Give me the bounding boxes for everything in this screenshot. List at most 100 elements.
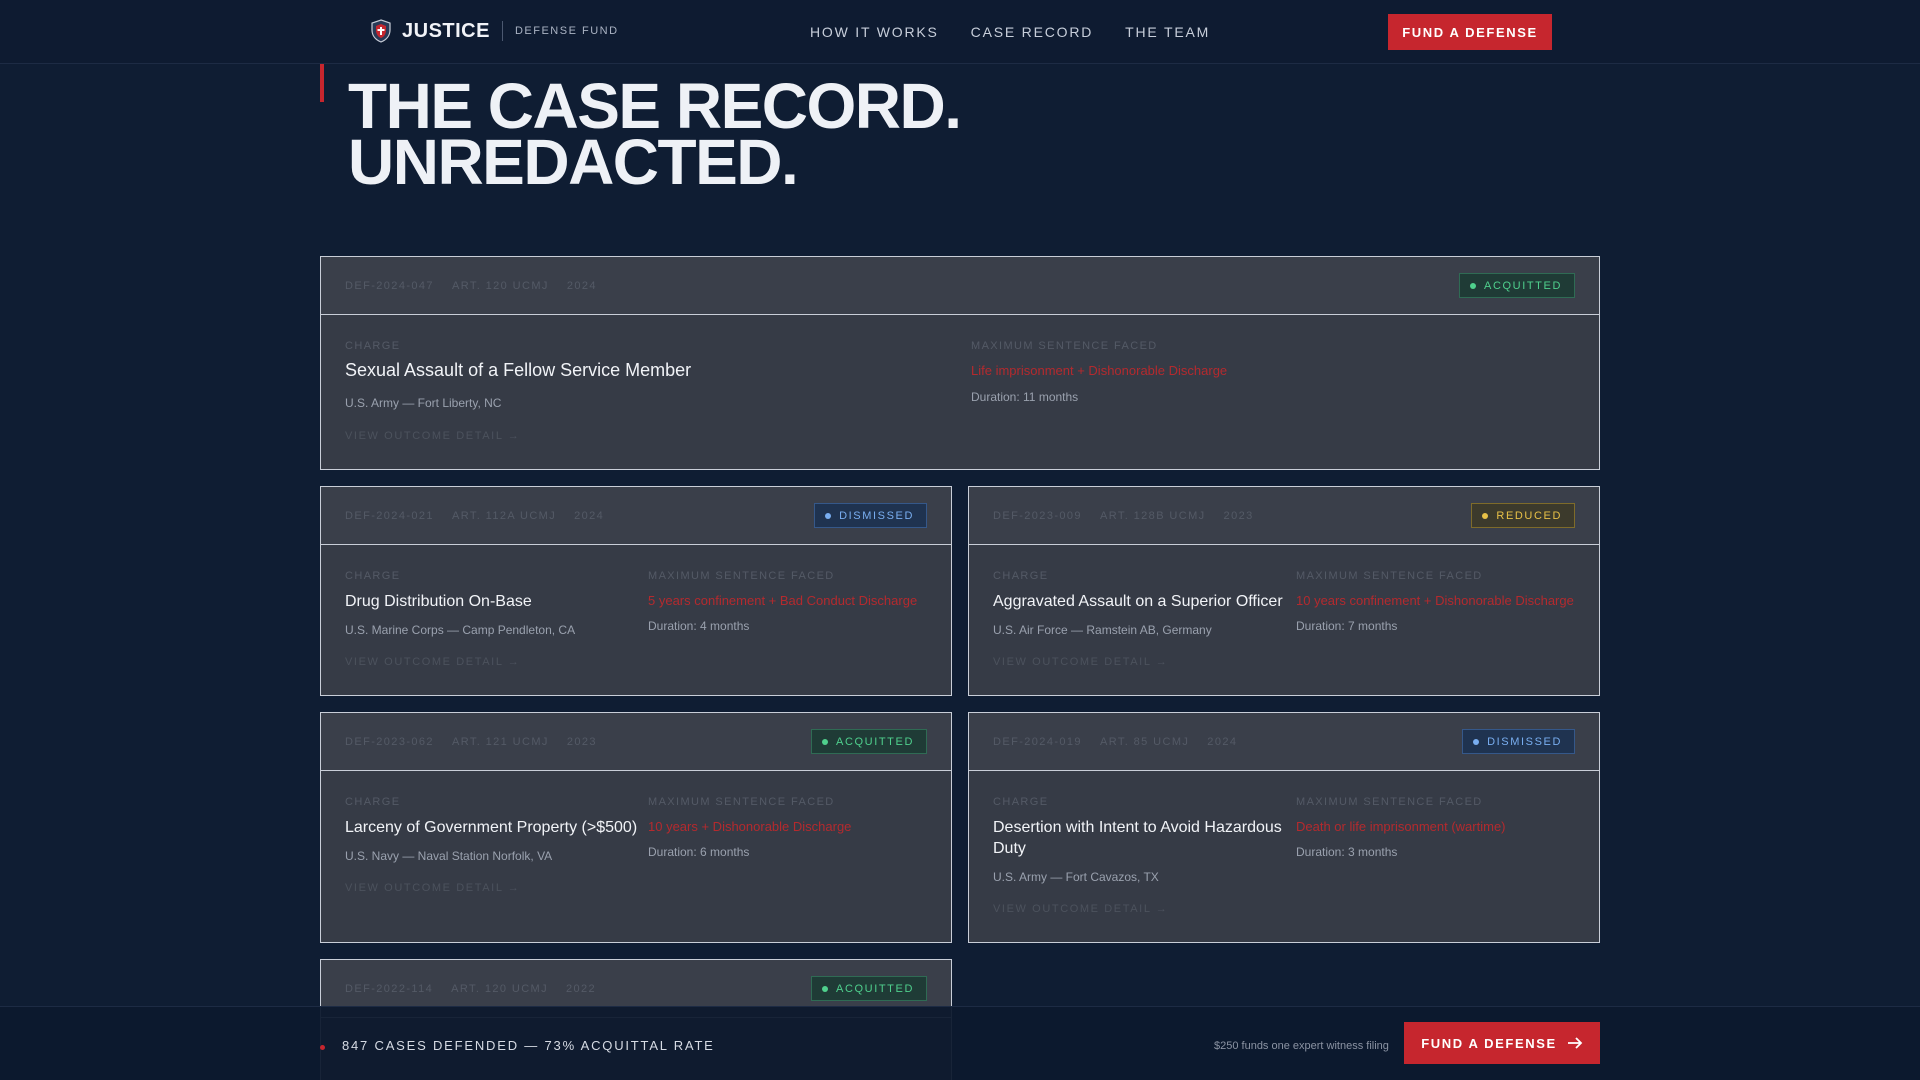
case-year: 2024 <box>574 510 605 522</box>
status-dot-icon <box>1482 512 1489 519</box>
case-meta: DEF-2023-062 ART. 121 UCMJ 2023 <box>345 736 597 748</box>
status-dot-icon <box>822 985 829 992</box>
case-article: ART. 112A UCMJ <box>451 510 557 522</box>
case-card-header: DEF-2024-047 ART. 120 UCMJ 2024 ACQUITTE… <box>321 257 1599 315</box>
brand-divider <box>501 21 503 41</box>
status-dot-icon <box>822 738 829 745</box>
case-meta: DEF-2024-047 ART. 120 UCMJ 2024 <box>345 280 597 292</box>
charge-title: Sexual Assault of a Fellow Service Membe… <box>345 360 692 380</box>
case-card[interactable]: DEF-2024-019 ART. 85 UCMJ 2024 DISMISSED… <box>968 712 1600 943</box>
top-nav: JUSTICE DEFENSE FUND HOW IT WORKS CASE R… <box>0 0 1920 64</box>
unit-location: U.S. Navy — Naval Station Norfolk, VA <box>345 849 553 863</box>
case-year: 2024 <box>566 280 597 292</box>
status-label: DISMISSED <box>1487 735 1562 748</box>
status-dot-icon <box>1470 282 1477 289</box>
case-card-header: DEF-2024-019 ART. 85 UCMJ 2024 DISMISSED <box>969 713 1599 771</box>
status-dot-icon <box>1473 738 1480 745</box>
fund-defense-button[interactable]: FUND A DEFENSE <box>1404 1022 1600 1064</box>
case-year: 2024 <box>1207 736 1238 748</box>
fund-defense-nav-button[interactable]: FUND A DEFENSE <box>1388 14 1552 50</box>
max-sentence-value: 10 years + Dishonorable Discharge <box>648 819 852 834</box>
cases-stat: 847 CASES DEFENDED — 73% ACQUITTAL RATE <box>342 1038 715 1053</box>
case-id: DEF-2024-021 <box>345 510 434 522</box>
case-article: ART. 120 UCMJ <box>451 983 548 995</box>
unit-location: U.S. Army — Fort Cavazos, TX <box>993 870 1159 884</box>
charge-label: CHARGE <box>993 570 1049 582</box>
view-outcome-detail-link[interactable]: VIEW OUTCOME DETAIL → <box>345 656 520 668</box>
status-label: ACQUITTED <box>1484 279 1562 292</box>
fund-defense-label: FUND A DEFENSE <box>1421 1035 1557 1051</box>
case-card[interactable]: DEF-2023-009 ART. 128B UCMJ 2023 REDUCED… <box>968 486 1600 696</box>
charge-label: CHARGE <box>993 796 1049 808</box>
case-duration: Duration: 3 months <box>1296 845 1398 859</box>
charge-title: Larceny of Government Property (>$500) <box>345 819 638 836</box>
charge-label: CHARGE <box>345 340 401 352</box>
case-card[interactable]: DEF-2024-047 ART. 120 UCMJ 2024 ACQUITTE… <box>320 256 1600 470</box>
view-outcome-detail-link[interactable]: VIEW OUTCOME DETAIL → <box>345 430 520 442</box>
case-id: DEF-2024-019 <box>993 736 1082 748</box>
max-sentence-value: 10 years confinement + Dishonorable Disc… <box>1296 593 1574 608</box>
case-id: DEF-2023-009 <box>993 510 1082 522</box>
page-title: THE CASE RECORD. UNREDACTED. <box>348 74 962 194</box>
case-card[interactable]: DEF-2023-062 ART. 121 UCMJ 2023 ACQUITTE… <box>320 712 952 943</box>
nav-links: HOW IT WORKS CASE RECORD THE TEAM <box>810 24 1210 40</box>
brand-name: JUSTICE <box>402 19 490 42</box>
status-badge: DISMISSED <box>1462 729 1575 754</box>
status-label: REDUCED <box>1496 509 1562 522</box>
case-duration: Duration: 6 months <box>648 845 750 859</box>
case-card[interactable]: DEF-2024-021 ART. 112A UCMJ 2024 DISMISS… <box>320 486 952 696</box>
status-dot-icon <box>825 512 832 519</box>
case-year: 2022 <box>566 983 597 995</box>
case-article: ART. 121 UCMJ <box>451 736 549 748</box>
case-id: DEF-2023-062 <box>345 736 434 748</box>
case-meta: DEF-2023-009 ART. 128B UCMJ 2023 <box>993 510 1254 522</box>
case-duration: Duration: 11 months <box>971 390 1079 404</box>
view-outcome-detail-link[interactable]: VIEW OUTCOME DETAIL → <box>993 656 1168 668</box>
nav-link-how-it-works[interactable]: HOW IT WORKS <box>810 24 939 40</box>
status-badge: ACQUITTED <box>1459 273 1575 298</box>
case-year: 2023 <box>1223 510 1254 522</box>
case-meta: DEF-2024-019 ART. 85 UCMJ 2024 <box>993 736 1237 748</box>
case-card-header: DEF-2024-021 ART. 112A UCMJ 2024 DISMISS… <box>321 487 951 545</box>
case-card-header: DEF-2023-062 ART. 121 UCMJ 2023 ACQUITTE… <box>321 713 951 771</box>
shield-logo-icon <box>371 19 391 43</box>
max-sentence-label: MAXIMUM SENTENCE FACED <box>971 340 1158 352</box>
charge-label: CHARGE <box>345 796 401 808</box>
case-id: DEF-2024-047 <box>345 280 434 292</box>
status-label: ACQUITTED <box>836 735 914 748</box>
case-article: ART. 120 UCMJ <box>451 280 549 292</box>
case-duration: Duration: 7 months <box>1296 619 1398 633</box>
max-sentence-label: MAXIMUM SENTENCE FACED <box>1296 796 1483 808</box>
live-indicator-icon <box>320 1045 325 1050</box>
status-label: ACQUITTED <box>836 982 914 995</box>
nav-link-the-team[interactable]: THE TEAM <box>1125 24 1210 40</box>
brand-subtitle: DEFENSE FUND <box>514 25 619 37</box>
case-meta: DEF-2024-021 ART. 112A UCMJ 2024 <box>345 510 604 522</box>
status-badge: ACQUITTED <box>811 976 927 1001</box>
case-duration: Duration: 4 months <box>648 619 750 633</box>
charge-title: Drug Distribution On-Base <box>345 593 532 610</box>
case-card-header: DEF-2023-009 ART. 128B UCMJ 2023 REDUCED <box>969 487 1599 545</box>
unit-location: U.S. Army — Fort Liberty, NC <box>345 396 502 410</box>
nav-link-case-record[interactable]: CASE RECORD <box>971 24 1093 40</box>
case-article: ART. 85 UCMJ <box>1099 736 1190 748</box>
case-article: ART. 128B UCMJ <box>1099 510 1206 522</box>
case-id: DEF-2022-114 <box>345 983 434 995</box>
max-sentence-value: 5 years confinement + Bad Conduct Discha… <box>648 593 918 608</box>
view-outcome-detail-link[interactable]: VIEW OUTCOME DETAIL → <box>345 882 520 894</box>
max-sentence-value: Death or life imprisonment (wartime) <box>1296 819 1506 834</box>
max-sentence-label: MAXIMUM SENTENCE FACED <box>648 796 835 808</box>
arrow-right-icon <box>1567 1037 1583 1049</box>
view-outcome-detail-link[interactable]: VIEW OUTCOME DETAIL → <box>993 903 1168 915</box>
charge-title: Aggravated Assault on a Superior Officer <box>993 593 1283 610</box>
case-meta: DEF-2022-114 ART. 120 UCMJ 2022 <box>345 983 596 995</box>
max-sentence-label: MAXIMUM SENTENCE FACED <box>1296 570 1483 582</box>
hero-accent-bar <box>320 64 324 102</box>
funding-note: $250 funds one expert witness filing <box>1214 1040 1389 1052</box>
charge-label: CHARGE <box>345 570 401 582</box>
charge-title: Desertion with Intent to Avoid Hazardous… <box>993 819 1282 857</box>
max-sentence-value: Life imprisonment + Dishonorable Dischar… <box>971 363 1228 378</box>
brand[interactable]: JUSTICE DEFENSE FUND <box>370 19 619 43</box>
status-label: DISMISSED <box>839 509 914 522</box>
status-badge: ACQUITTED <box>811 729 927 754</box>
